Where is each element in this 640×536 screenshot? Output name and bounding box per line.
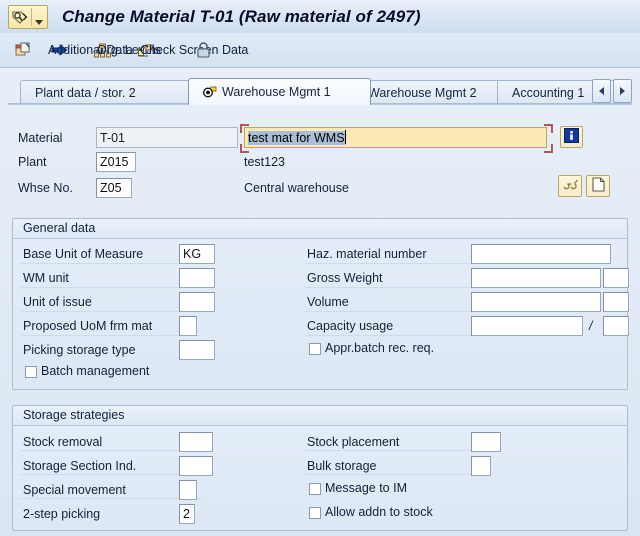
tab-warehouse-mgmt-1[interactable]: Warehouse Mgmt 1 xyxy=(188,78,371,105)
check-screen-data-label: Check Screen Data xyxy=(140,43,249,57)
two-step-picking-field[interactable] xyxy=(179,504,195,524)
org-levels-button[interactable]: Org. Levels xyxy=(89,36,161,64)
system-menu-button[interactable] xyxy=(8,4,48,29)
volume-field[interactable] xyxy=(471,292,601,312)
general-data-group: General data Base Unit of Measure WM uni… xyxy=(12,218,629,390)
copy-screen-icon xyxy=(15,42,31,58)
material-info-button[interactable] xyxy=(560,126,583,148)
wm-unit-label: WM unit xyxy=(23,271,69,285)
batch-management-label: Batch management xyxy=(41,364,150,378)
info-icon xyxy=(564,128,579,146)
material-tag-icon xyxy=(9,7,31,27)
capacity-usage-label: Capacity usage xyxy=(307,319,394,333)
warehouse-label: Whse No. xyxy=(18,181,73,195)
focus-bracket-bl xyxy=(240,144,249,153)
tab-plant-data-stor-2[interactable]: Plant data / stor. 2 xyxy=(20,80,200,105)
document-icon xyxy=(591,177,605,195)
material-field[interactable] xyxy=(96,127,238,148)
additional-data-button[interactable]: Additional Data xyxy=(40,36,133,64)
check-screen-data-button[interactable]: Check Screen Data xyxy=(132,36,248,64)
general-data-title: General data xyxy=(13,219,627,239)
plant-label: Plant xyxy=(18,155,47,169)
unit-of-issue-field[interactable] xyxy=(179,292,215,312)
tab-strip: Plant data / stor. 2 Warehouse Mgmt 1 Wa… xyxy=(8,78,632,105)
volume-label: Volume xyxy=(307,295,349,309)
stock-removal-field[interactable] xyxy=(179,432,213,452)
allow-addn-to-stock-checkbox[interactable] xyxy=(309,507,321,519)
unit-of-issue-label: Unit of issue xyxy=(23,295,92,309)
message-to-im-label: Message to IM xyxy=(325,481,407,495)
warehouse-description: Central warehouse xyxy=(244,181,349,195)
sap-screen: Change Material T-01 (Raw material of 24… xyxy=(0,0,640,536)
page-title: Change Material T-01 (Raw material of 24… xyxy=(62,6,421,26)
tab-scroll-left-icon[interactable] xyxy=(592,79,611,103)
volume-unit-field[interactable] xyxy=(603,292,629,312)
warehouse-document-button[interactable] xyxy=(586,175,610,197)
capacity-usage-field[interactable] xyxy=(471,316,583,336)
window-title-bar: Change Material T-01 (Raw material of 24… xyxy=(0,0,640,34)
haz-material-number-label: Haz. material number xyxy=(307,247,427,261)
active-tab-flag-icon xyxy=(203,86,218,99)
message-to-im-checkbox[interactable] xyxy=(309,483,321,495)
base-unit-of-measure-field[interactable] xyxy=(179,244,215,264)
application-toolbar: Additional Data Org. Levels Check Screen… xyxy=(0,33,640,68)
storage-strategies-title: Storage strategies xyxy=(13,406,627,426)
tab-warehouse-mgmt-2[interactable]: Warehouse Mgmt 2 xyxy=(353,80,517,105)
tab-label: Accounting 1 xyxy=(512,86,585,100)
focus-bracket-tr xyxy=(544,124,553,133)
focus-bracket-br xyxy=(544,144,553,153)
storage-strategies-group: Storage strategies Stock removal Storage… xyxy=(12,405,628,531)
gross-weight-unit-field[interactable] xyxy=(603,268,629,288)
material-label: Material xyxy=(18,131,63,145)
header-fields: Material test mat for WMS Plant test123 … xyxy=(0,110,640,205)
wm-unit-field[interactable] xyxy=(179,268,215,288)
plant-description: test123 xyxy=(244,155,286,169)
tab-label: Warehouse Mgmt 2 xyxy=(368,86,477,100)
haz-material-number-field[interactable] xyxy=(471,244,611,264)
warehouse-field[interactable] xyxy=(96,178,132,198)
appr-batch-rec-req-checkbox[interactable] xyxy=(309,343,321,355)
stock-placement-field[interactable] xyxy=(471,432,501,452)
gross-weight-field[interactable] xyxy=(471,268,601,288)
proposed-uom-frm-mat-label: Proposed UoM frm mat xyxy=(23,319,153,333)
capacity-usage-unit-field[interactable] xyxy=(603,316,629,336)
batch-management-checkbox[interactable] xyxy=(25,366,37,378)
lock-icon xyxy=(196,41,211,59)
tab-label: Warehouse Mgmt 1 xyxy=(222,85,331,99)
picking-storage-type-label: Picking storage type xyxy=(23,343,136,357)
plant-field[interactable] xyxy=(96,152,136,172)
special-movement-label: Special movement xyxy=(23,483,126,497)
base-unit-of-measure-label: Base Unit of Measure xyxy=(23,247,144,261)
storage-section-ind-field[interactable] xyxy=(179,456,213,476)
copy-screen-button[interactable] xyxy=(10,36,36,64)
gross-weight-label: Gross Weight xyxy=(307,271,383,285)
capacity-usage-separator: / xyxy=(589,319,593,333)
material-description-field[interactable]: test mat for WMS xyxy=(244,127,547,148)
tab-label: Plant data / stor. 2 xyxy=(35,86,136,100)
picking-storage-type-field[interactable] xyxy=(179,340,215,360)
focus-bracket-tl xyxy=(240,124,249,133)
bulk-storage-label: Bulk storage xyxy=(307,459,377,473)
allow-addn-to-stock-label: Allow addn to stock xyxy=(325,505,433,519)
storage-section-ind-label: Storage Section Ind. xyxy=(23,459,137,473)
two-step-picking-label: 2-step picking xyxy=(23,507,101,521)
tab-navigation xyxy=(592,79,632,103)
special-movement-field[interactable] xyxy=(179,480,197,500)
bulk-storage-field[interactable] xyxy=(471,456,491,476)
appr-batch-rec-req-label: Appr.batch rec. req. xyxy=(325,341,435,355)
material-description-text: test mat for WMS xyxy=(248,131,345,145)
stock-removal-label: Stock removal xyxy=(23,435,103,449)
chevron-down-icon xyxy=(32,5,45,28)
warehouse-glasses-button[interactable] xyxy=(558,175,582,197)
proposed-uom-frm-mat-field[interactable] xyxy=(179,316,197,336)
glasses-icon xyxy=(562,178,579,194)
tab-scroll-right-icon[interactable] xyxy=(613,79,632,103)
stock-placement-label: Stock placement xyxy=(307,435,400,449)
